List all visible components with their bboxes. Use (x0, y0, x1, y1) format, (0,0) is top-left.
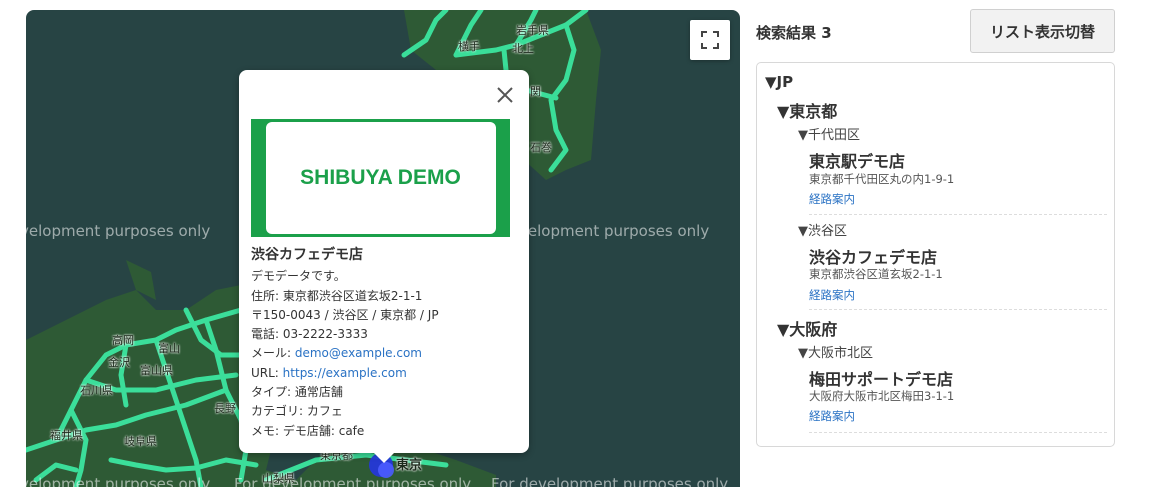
store-item-name[interactable]: 渋谷カフェデモ店 (809, 244, 937, 268)
close-button[interactable] (494, 84, 516, 106)
store-email-row: メール: demo@example.com (251, 344, 519, 363)
store-item-address: 大阪府大阪市北区梅田3-1-1 (809, 389, 955, 403)
store-memo: メモ: デモ店舗: cafe (251, 423, 365, 438)
place-label: 高岡 (112, 334, 134, 347)
info-window: SHIBUYA DEMO 渋谷カフェデモ店 デモデータです。 住所: 東京都渋谷… (239, 70, 529, 453)
fullscreen-icon (701, 31, 719, 49)
place-label: 金沢 (108, 356, 130, 369)
results-tree: ▼JP ▼東京都 ▼千代田区 東京駅デモ店 東京都千代田区丸の内1-9-1 経路… (756, 62, 1115, 447)
list-toggle-button[interactable]: リスト表示切替 (970, 9, 1115, 53)
store-details: 渋谷カフェデモ店 デモデータです。 住所: 東京都渋谷区道玄坂2-1-1 〒15… (251, 246, 519, 441)
tree-prefecture[interactable]: ▼東京都 (777, 98, 837, 122)
place-label: 岐阜県 (124, 435, 157, 448)
directions-link[interactable]: 経路案内 (809, 408, 855, 424)
url-link[interactable]: https://example.com (283, 366, 407, 380)
close-icon (497, 87, 513, 103)
dev-watermark: velopment purposes only (26, 475, 211, 487)
place-label: 長野 (214, 402, 236, 415)
store-item-name[interactable]: 東京駅デモ店 (809, 148, 905, 172)
info-window-tail (372, 451, 396, 463)
place-label: 富山 (158, 342, 180, 355)
tree-prefecture[interactable]: ▼大阪府 (777, 316, 837, 340)
dev-watermark: For development purposes only (491, 475, 729, 487)
dev-watermark: velopment purposes only (519, 222, 710, 240)
store-phone: 電話: 03-2222-3333 (251, 327, 368, 342)
email-label: メール: (251, 346, 295, 361)
store-name: 渋谷カフェデモ店 (251, 247, 363, 263)
store-url-row: URL: https://example.com (251, 364, 519, 383)
tree-city[interactable]: ▼千代田区 (798, 124, 860, 143)
store-logo-text: SHIBUYA DEMO (300, 166, 461, 189)
divider (809, 214, 1107, 215)
place-label: 石巻 (530, 141, 552, 154)
place-label: 横手 (458, 40, 480, 53)
tree-city[interactable]: ▼大阪市北区 (798, 342, 873, 361)
store-logo-inner: SHIBUYA DEMO (265, 122, 496, 234)
store-postal: 〒150-0043 / 渋谷区 / 東京都 / JP (251, 307, 439, 322)
store-logo: SHIBUYA DEMO (251, 119, 510, 237)
store-item-address: 東京都渋谷区道玄坂2-1-1 (809, 267, 943, 281)
place-label: 東京 (396, 458, 423, 473)
store-address: 住所: 東京都渋谷区道玄坂2-1-1 (251, 288, 423, 303)
store-category: カテゴリ: カフェ (251, 404, 343, 419)
place-label: 関 (530, 85, 541, 98)
tree-country[interactable]: ▼JP (765, 73, 793, 91)
store-description: デモデータです。 (251, 269, 346, 284)
url-label: URL: (251, 365, 283, 380)
place-label: 岩手県 (516, 24, 549, 37)
store-item-name[interactable]: 梅田サポートデモ店 (809, 366, 953, 390)
tree-city[interactable]: ▼渋谷区 (798, 220, 847, 239)
divider (809, 432, 1107, 433)
divider (809, 309, 1107, 310)
place-label: 山梨県 (262, 472, 295, 485)
place-label: 石川県 (80, 384, 113, 397)
place-label: 北上 (512, 42, 534, 55)
result-count: 検索結果 3 (756, 24, 832, 42)
store-item-address: 東京都千代田区丸の内1-9-1 (809, 172, 955, 186)
dev-watermark: velopment purposes only (26, 222, 211, 240)
fullscreen-button[interactable] (690, 20, 730, 60)
directions-link[interactable]: 経路案内 (809, 287, 855, 303)
place-label: 富山県 (140, 364, 173, 377)
place-label: 福井県 (50, 429, 83, 442)
directions-link[interactable]: 経路案内 (809, 191, 855, 207)
email-link[interactable]: demo@example.com (295, 346, 422, 360)
store-type: タイプ: 通常店舗 (251, 385, 343, 400)
